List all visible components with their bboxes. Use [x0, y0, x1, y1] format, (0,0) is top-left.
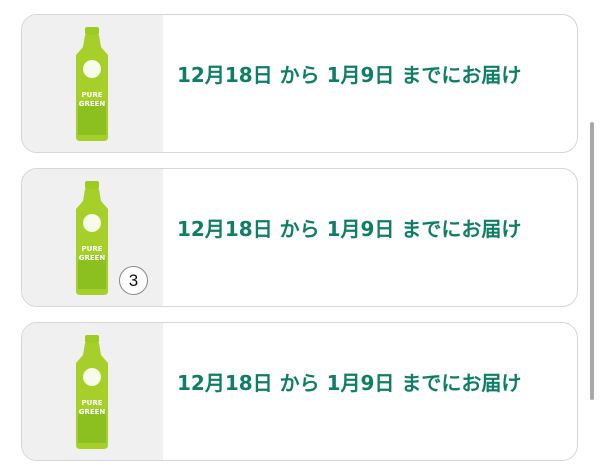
tea-bottle-image: PURE GREEN [76, 181, 108, 295]
quantity-badge: 3 [119, 266, 148, 295]
product-thumbnail: PURE GREEN [22, 323, 163, 460]
vertical-scrollbar[interactable] [590, 122, 594, 400]
delivery-date-text: 12月18日 から 1月9日 までにお届け [177, 217, 522, 241]
delivery-date-text: 12月18日 から 1月9日 までにお届け [177, 63, 522, 87]
tea-bottle-image: PURE GREEN [76, 335, 108, 449]
delivery-item[interactable]: PURE GREEN 12月18日 から 1月9日 までにお届け [21, 322, 578, 461]
bottle-label-line1: PURE [82, 399, 103, 407]
delivery-item[interactable]: PURE GREEN 12月18日 から 1月9日 までにお届け [21, 14, 578, 153]
bottle-label-line2: GREEN [79, 254, 106, 262]
bottle-label-line2: GREEN [79, 408, 106, 416]
delivery-date-text: 12月18日 から 1月9日 までにお届け [177, 371, 522, 395]
bottle-label-line1: PURE [82, 245, 103, 253]
bottle-label-line1: PURE [82, 91, 103, 99]
bottle-label-line2: GREEN [79, 100, 106, 108]
product-thumbnail: PURE GREEN 3 [22, 169, 163, 306]
tea-bottle-image: PURE GREEN [76, 27, 108, 141]
product-thumbnail: PURE GREEN [22, 15, 163, 152]
delivery-item[interactable]: PURE GREEN 3 12月18日 から 1月9日 までにお届け [21, 168, 578, 307]
